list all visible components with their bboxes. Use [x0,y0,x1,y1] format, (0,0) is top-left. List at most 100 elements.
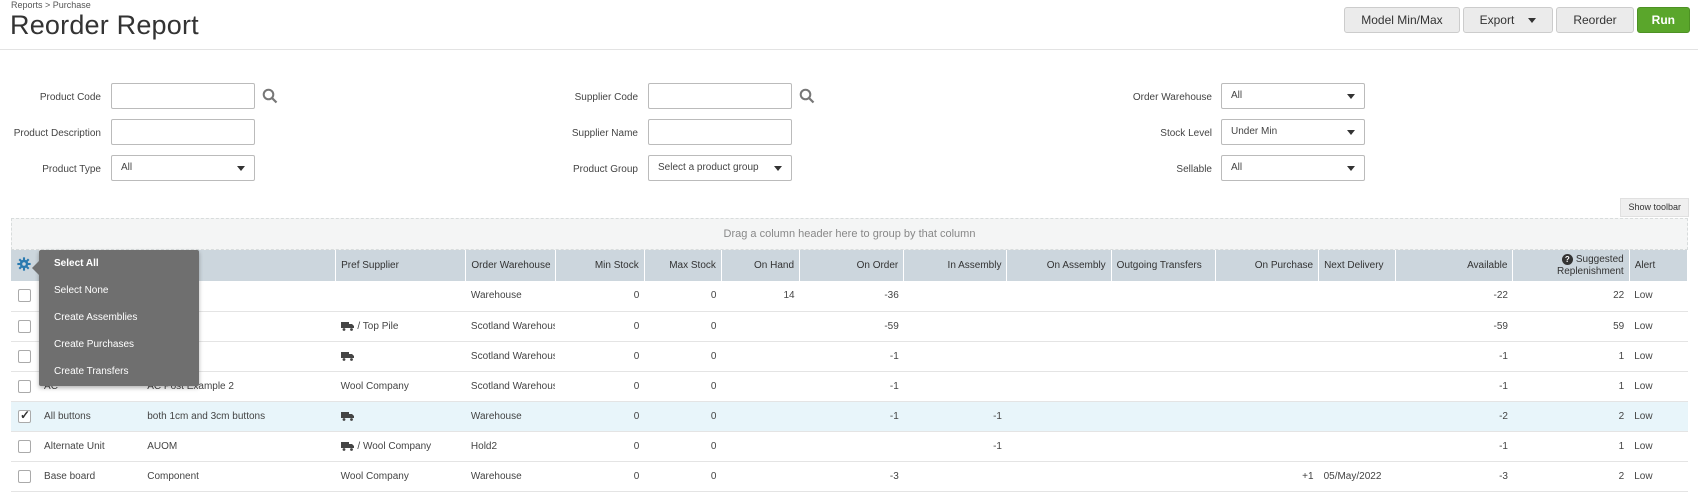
order-warehouse-column-header[interactable]: Order Warehouse [465,250,556,281]
table-row[interactable]: s Scotland Warehouse00-1-11Low [11,341,1688,372]
row-select-cell[interactable] [11,401,40,432]
row-select-cell[interactable] [11,371,40,402]
on-order-column-header[interactable]: On Order [799,250,905,281]
on-hand-cell[interactable] [721,371,800,402]
product-group-select[interactable]: Select a product group [648,155,792,181]
on-purchase-cell[interactable] [1215,371,1319,402]
on-purchase-column-header[interactable]: On Purchase [1215,250,1320,281]
export-button[interactable]: Export [1462,7,1554,33]
product-description-cell[interactable]: Component [142,461,336,492]
on-order-cell[interactable]: -59 [799,311,904,342]
in-assembly-cell[interactable]: -1 [903,401,1007,432]
row-select-cell[interactable] [11,281,40,312]
on-purchase-cell[interactable] [1215,401,1319,432]
on-purchase-cell[interactable] [1215,311,1319,342]
in-assembly-column-header[interactable]: In Assembly [903,250,1008,281]
table-row[interactable]: Warehouse 0 0 14 -36 -22 22 Low [11,281,1688,312]
product-type-select[interactable]: All [111,155,255,181]
on-order-cell[interactable] [799,431,904,462]
next-delivery-cell[interactable] [1318,341,1396,372]
show-toolbar-button[interactable]: Show toolbar [1620,198,1689,217]
on-order-cell[interactable]: -1 [799,401,904,432]
menu-item-select-none[interactable]: Select None [39,284,199,311]
on-order-cell[interactable]: -36 [799,281,904,312]
sellable-select[interactable]: All [1221,155,1365,181]
supplier-code-input[interactable] [648,83,792,109]
menu-item-create-purchases[interactable]: Create Purchases [39,338,199,365]
on-order-cell[interactable]: -1 [799,371,904,402]
next-delivery-column-header[interactable]: Next Delivery [1318,250,1397,281]
available-column-header[interactable]: Available [1395,250,1514,281]
product-code-cell[interactable]: All buttons [39,401,143,432]
row-select-cell[interactable] [11,341,40,372]
product-code-cell[interactable]: Base board [39,461,143,492]
on-assembly-column-header[interactable]: On Assembly [1006,250,1112,281]
help-icon[interactable]: ? [1561,254,1573,266]
in-assembly-cell[interactable] [903,311,1007,342]
in-assembly-cell[interactable]: -1 [903,431,1007,462]
menu-item-create-assemblies[interactable]: Create Assemblies [39,311,199,338]
row-checkbox[interactable] [18,289,31,303]
pref-supplier-column-header[interactable]: Pref Supplier [335,250,467,281]
menu-item-select-all[interactable]: Select All [39,257,199,284]
in-assembly-cell[interactable] [903,341,1007,372]
reorder-button[interactable]: Reorder [1556,7,1634,33]
on-hand-cell[interactable] [721,461,800,492]
breadcrumb[interactable]: Reports > Purchase [11,0,91,10]
table-row[interactable]: Base board Component Wool Company Warehouse… [11,461,1688,492]
next-delivery-cell[interactable] [1318,281,1396,312]
row-select-cell[interactable] [11,431,40,462]
min-stock-column-header[interactable]: Min Stock [555,250,645,281]
in-assembly-cell[interactable] [903,371,1007,402]
on-hand-cell[interactable]: 14 [721,281,800,312]
product-code-cell[interactable]: Alternate Unit [39,431,143,462]
next-delivery-cell[interactable] [1318,401,1396,432]
product-description-input[interactable] [111,119,255,145]
row-checkbox[interactable] [18,379,31,393]
next-delivery-cell[interactable] [1318,311,1396,342]
search-icon[interactable] [799,88,815,104]
table-row[interactable]: مطهر 12 s / Top PileScotland Warehouse00… [11,311,1688,342]
product-description-cell[interactable]: both 1cm and 3cm buttons [142,401,336,432]
on-purchase-cell[interactable] [1215,281,1319,312]
on-purchase-cell[interactable] [1215,431,1319,462]
order-warehouse-select[interactable]: All [1221,83,1365,109]
search-icon[interactable] [262,88,278,104]
on-order-cell[interactable]: -1 [799,341,904,372]
max-stock-column-header[interactable]: Max Stock [644,250,722,281]
group-drop-area[interactable]: Drag a column header here to group by th… [11,218,1688,250]
model-min-max-button[interactable]: Model Min/Max [1344,7,1460,33]
on-hand-cell[interactable] [721,341,800,372]
row-checkbox[interactable] [18,349,31,363]
on-purchase-cell[interactable] [1215,341,1319,372]
outgoing-transfers-column-header[interactable]: Outgoing Transfers [1111,250,1216,281]
row-select-cell[interactable] [11,311,40,342]
row-select-cell[interactable] [11,461,40,492]
on-hand-cell[interactable] [721,311,800,342]
table-row[interactable]: Alternate Unit AUOM / Wool Company Hold2 0 0… [11,431,1688,462]
next-delivery-cell[interactable] [1318,431,1396,462]
gear-icon[interactable] [17,257,31,271]
alert-column-header[interactable]: Alert [1629,250,1689,281]
run-button[interactable]: Run [1636,7,1690,33]
in-assembly-cell[interactable] [903,281,1007,312]
on-hand-cell[interactable] [721,431,800,462]
menu-item-create-transfers[interactable]: Create Transfers [39,365,199,392]
on-order-cell[interactable]: -3 [799,461,904,492]
on-hand-cell[interactable] [721,401,800,432]
in-assembly-cell[interactable] [903,461,1007,492]
suggested-replenishment-column-header[interactable]: ? Suggested Replenishment [1512,250,1630,281]
supplier-name-input[interactable] [648,119,792,145]
row-checkbox[interactable] [18,319,31,333]
on-hand-column-header[interactable]: On Hand [721,250,801,281]
on-purchase-cell[interactable]: +1 [1215,461,1319,492]
row-checkbox[interactable] [18,439,31,453]
table-row[interactable]: AC AC Post Example 2 Wool Company Scotland … [11,371,1688,402]
next-delivery-cell[interactable] [1318,371,1396,402]
table-row[interactable]: All buttonsboth 1cm and 3cm buttons Ware… [11,401,1688,432]
row-checkbox[interactable] [18,469,31,483]
product-description-cell[interactable]: AUOM [142,431,336,462]
stock-level-select[interactable]: Under Min [1221,119,1365,145]
product-code-input[interactable] [111,83,255,109]
row-checkbox[interactable] [18,408,31,423]
